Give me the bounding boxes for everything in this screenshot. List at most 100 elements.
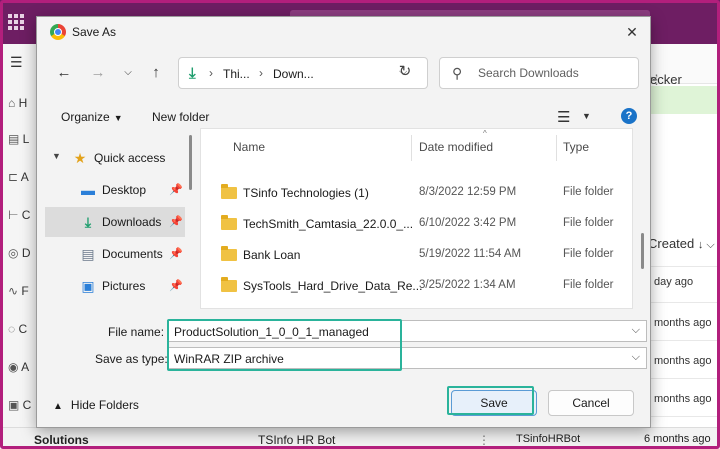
nav-item-downloads[interactable]: ⤓ Downloads 📌: [45, 207, 185, 237]
file-name: TechSmith_Camtasia_22.0.0_...: [243, 217, 414, 231]
file-date: 6/10/2022 3:42 PM: [419, 217, 517, 229]
file-date: 8/3/2022 12:59 PM: [419, 186, 517, 198]
nav-item-label: Desktop: [102, 183, 147, 197]
folder-icon: [221, 246, 237, 261]
nav-item-label: Downloads: [102, 215, 162, 229]
app-notification-band: [650, 86, 720, 114]
search-icon: ⚲: [452, 65, 463, 81]
file-name: Bank Loan: [243, 248, 301, 262]
pin-icon: 📌: [169, 184, 183, 196]
star-icon: ★: [73, 150, 87, 166]
view-options-icon[interactable]: ☰: [557, 108, 570, 126]
breadcrumb-this-pc[interactable]: Thi...: [223, 67, 250, 81]
chrome-icon: [50, 24, 66, 40]
nav-item-desktop[interactable]: ▬ Desktop 📌: [45, 175, 185, 205]
app-launcher-icon[interactable]: [8, 14, 24, 30]
search-box[interactable]: ⚲: [439, 57, 639, 89]
chevron-down-icon[interactable]: ⌵: [632, 351, 640, 364]
hamburger-icon[interactable]: ☰: [10, 54, 23, 71]
file-row[interactable]: Bank Loan 5/19/2022 11:54 AM File folder: [201, 240, 631, 270]
hide-folders-label: Hide Folders: [70, 398, 139, 412]
created-cell: day ago: [654, 276, 694, 288]
file-list-scrollbar[interactable]: [641, 233, 644, 269]
organize-label: Organize: [61, 110, 110, 124]
nav-item-pictures[interactable]: ▣ Pictures 📌: [45, 271, 185, 301]
column-header-name[interactable]: Name: [233, 140, 265, 154]
created-cell: months ago: [654, 317, 712, 329]
pin-icon: 📌: [169, 280, 183, 292]
file-type: File folder: [563, 248, 614, 260]
file-date: 5/19/2022 11:54 AM: [419, 248, 522, 260]
annotation-highlight: [447, 386, 534, 415]
navigation-pane: ▼ ★ Quick access ▬ Desktop 📌 ⤓ Downloads…: [45, 133, 195, 309]
created-cell: months ago: [654, 355, 712, 367]
file-row[interactable]: TSinfo Technologies (1) 8/3/2022 12:59 P…: [201, 178, 631, 208]
created-column-header[interactable]: Created ↓ ⌵: [648, 236, 715, 252]
new-folder-button[interactable]: New folder: [152, 110, 209, 124]
nav-scrollbar[interactable]: [189, 135, 192, 190]
search-input[interactable]: [478, 65, 628, 81]
caret-down-icon: ▼: [113, 113, 123, 123]
address-bar[interactable]: ⤓ › Thi... › Down... ⌵: [178, 57, 428, 89]
app-left-rail: ☰ ⌂ H ▤ L ⊏ A ⊢ C ◎ D ∿ F ◌ C ◉ A ▣ C: [0, 44, 40, 436]
file-type: File folder: [563, 217, 614, 229]
app-bottom-row: Solutions TSInfo HR Bot ⋮ TSinfoHRBot 6 …: [0, 427, 720, 449]
column-header-date[interactable]: Date modified: [419, 140, 493, 154]
nav-item-label: Pictures: [102, 279, 146, 293]
file-type: File folder: [563, 279, 614, 291]
desktop-icon: ▬: [81, 182, 95, 198]
breadcrumb-separator-icon: ›: [209, 66, 213, 80]
forward-arrow-icon[interactable]: →: [87, 62, 109, 84]
row-more-icon[interactable]: ⋮: [478, 433, 490, 447]
save-as-dialog: Save As ✕ ← → ⌵ ↑ ⤓ › Thi... › Down... ⌵…: [36, 16, 651, 428]
back-arrow-icon[interactable]: ←: [53, 62, 75, 84]
help-icon[interactable]: ?: [621, 108, 637, 124]
solutions-label[interactable]: Solutions: [34, 433, 89, 447]
bot-name[interactable]: TSInfo HR Bot: [258, 433, 335, 447]
nav-item-label: Documents: [102, 247, 163, 261]
file-name-label: File name:: [108, 325, 165, 339]
nav-item-label: Quick access: [94, 151, 166, 165]
file-list: ^ Name Date modified Type TSinfo Technol…: [200, 128, 633, 309]
chevron-down-icon[interactable]: ⌵: [632, 324, 640, 337]
expand-icon[interactable]: ▼: [52, 151, 61, 161]
close-icon[interactable]: ✕: [620, 22, 644, 42]
created-cell: months ago: [654, 393, 712, 405]
pictures-icon: ▣: [81, 278, 95, 294]
file-date: 3/25/2022 1:34 AM: [419, 279, 516, 291]
bot-age: 6 months ago: [644, 433, 711, 445]
refresh-icon[interactable]: ↻: [395, 62, 415, 82]
folder-icon: [221, 215, 237, 230]
pin-icon: 📌: [169, 216, 183, 228]
save-type-label: Save as type:: [95, 352, 168, 366]
dialog-titlebar[interactable]: Save As ✕: [37, 17, 650, 47]
folder-icon: [221, 277, 237, 292]
sort-ascending-icon: ^: [483, 129, 487, 138]
file-type: File folder: [563, 186, 614, 198]
file-name: TSinfo Technologies (1): [243, 186, 369, 200]
dialog-title: Save As: [72, 25, 117, 39]
cancel-button[interactable]: Cancel: [548, 390, 634, 416]
download-icon: ⤓: [189, 65, 196, 82]
caret-down-icon[interactable]: ▼: [582, 111, 591, 121]
download-icon: ⤓: [84, 214, 92, 230]
caret-up-icon: ▲: [53, 401, 63, 412]
file-row[interactable]: SysTools_Hard_Drive_Data_Re... 3/25/2022…: [201, 271, 631, 301]
pin-icon: 📌: [169, 248, 183, 260]
bot-id: TSinfoHRBot: [516, 433, 581, 445]
app-command-bar: ecker ⌵ ⋮: [650, 44, 720, 87]
hide-folders-button[interactable]: ▲ Hide Folders: [53, 398, 139, 412]
column-header-type[interactable]: Type: [563, 140, 589, 154]
folder-icon: [221, 184, 237, 199]
nav-item-documents[interactable]: ▤ Documents 📌: [45, 239, 185, 269]
file-name: SysTools_Hard_Drive_Data_Re...: [243, 279, 423, 293]
organize-button[interactable]: Organize ▼: [61, 110, 123, 124]
breadcrumb-downloads[interactable]: Down...: [273, 67, 314, 81]
sort-down-icon: ↓ ⌵: [697, 239, 715, 251]
documents-icon: ▤: [81, 246, 95, 262]
annotation-highlight: [167, 319, 402, 371]
recent-locations-icon[interactable]: ⌵: [117, 62, 139, 84]
nav-item-quick-access[interactable]: ▼ ★ Quick access: [45, 143, 185, 173]
up-arrow-icon[interactable]: ↑: [145, 62, 167, 84]
file-row[interactable]: TechSmith_Camtasia_22.0.0_... 6/10/2022 …: [201, 209, 631, 239]
